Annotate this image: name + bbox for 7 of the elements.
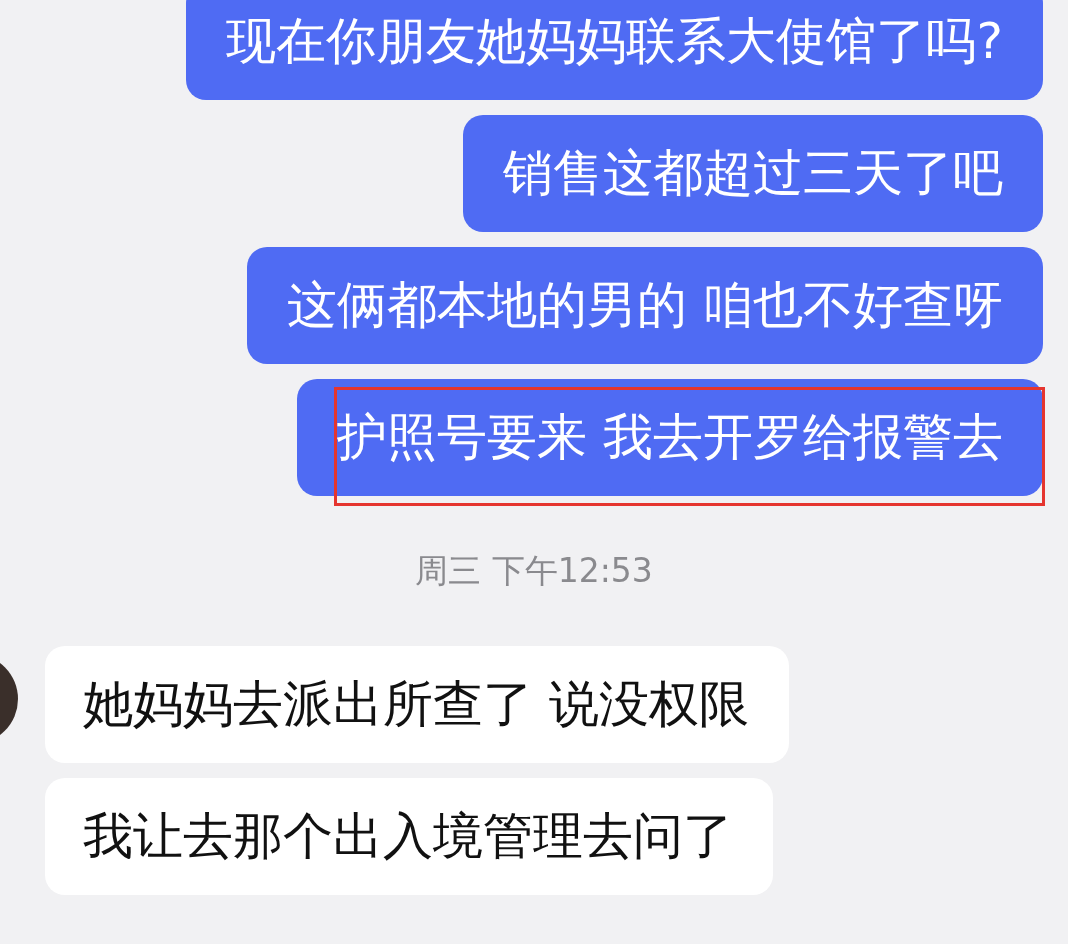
received-message: 我让去那个出入境管理去问了 xyxy=(45,778,773,895)
sent-message: 护照号要来 我去开罗给报警去 xyxy=(297,379,1043,496)
sent-message: 销售这都超过三天了吧 xyxy=(463,115,1043,232)
received-message: 她妈妈去派出所查了 说没权限 xyxy=(45,646,789,763)
sent-message: 这俩都本地的男的 咱也不好查呀 xyxy=(247,247,1043,364)
sent-message: 现在你朋友她妈妈联系大使馆了吗? xyxy=(186,0,1043,100)
timestamp: 周三 下午12:53 xyxy=(415,551,653,591)
